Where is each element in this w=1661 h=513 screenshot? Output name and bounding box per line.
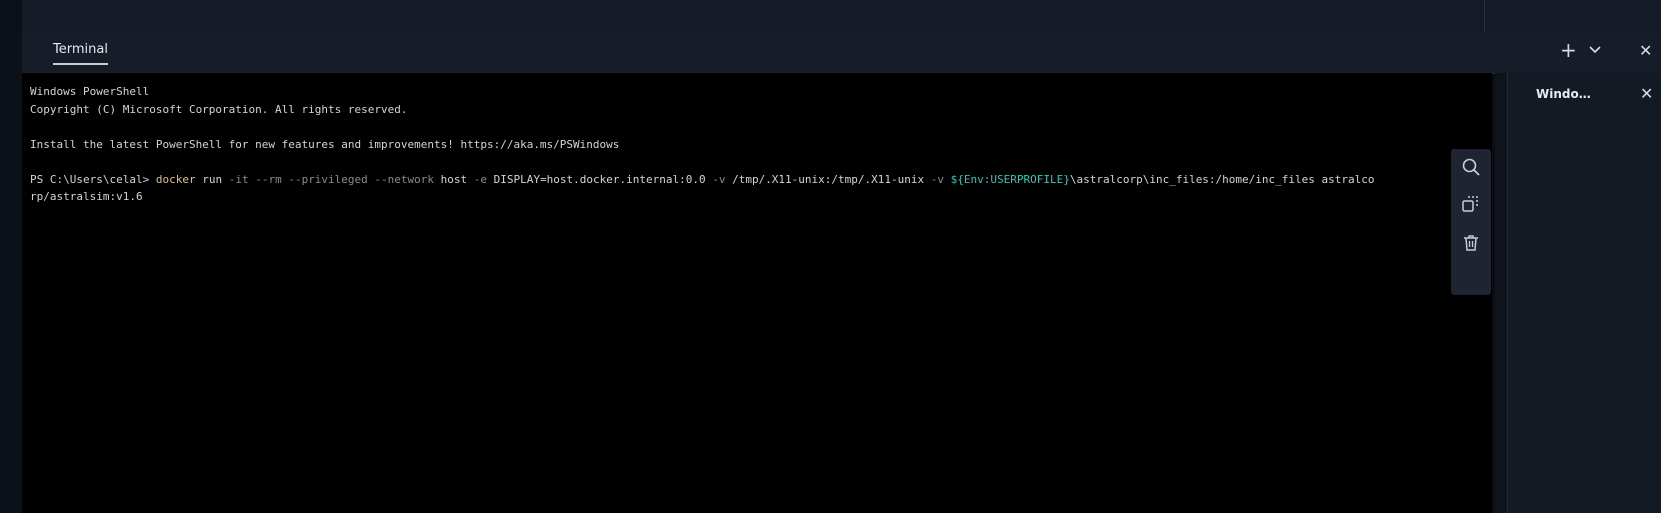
search-icon[interactable] [1461, 157, 1481, 177]
command-token: docker [155, 172, 196, 186]
terminal-sessions-pane: Windo… ✕ [1507, 73, 1661, 513]
terminal-line: Install the latest PowerShell for new fe… [30, 137, 620, 151]
terminal-scrollbar[interactable] [1495, 73, 1507, 513]
copy-selection-icon[interactable] [1461, 194, 1481, 214]
command-token: -v [930, 172, 945, 186]
plus-icon[interactable]: + [1560, 40, 1577, 60]
command-token: -v [712, 172, 726, 186]
command-token: -e [473, 172, 488, 186]
session-item[interactable]: Windo… [1536, 87, 1591, 101]
command-token: rp/astralsim:v1.6 [30, 190, 143, 203]
terminal-toolbar [1451, 149, 1491, 295]
close-icon[interactable]: ✕ [1639, 41, 1652, 61]
panel-header: Terminal + ✕ [22, 31, 1661, 74]
command-token: -it --rm --privileged --network [228, 172, 435, 186]
editor-top-bar [22, 0, 1661, 32]
left-gutter [0, 0, 22, 513]
command-token: DISPLAY=host.docker.internal:0.0 [487, 172, 713, 186]
terminal-panel: Terminal + ✕ Windows PowerShell Copyrigh… [22, 31, 1661, 513]
command-token: /tmp/.X11-unix:/tmp/.X11-unix [725, 172, 931, 186]
close-icon[interactable]: ✕ [1640, 84, 1653, 103]
trash-icon[interactable] [1461, 233, 1481, 253]
terminal-lines: Windows PowerShell Copyright (C) Microso… [30, 83, 1375, 206]
command-token: ${Env:USERPROFILE} [944, 172, 1070, 186]
terminal-output[interactable]: Windows PowerShell Copyright (C) Microso… [22, 73, 1492, 513]
terminal-prompt: PS C:\Users\celal> [30, 172, 156, 186]
terminal-line: Windows PowerShell [30, 85, 150, 98]
terminal-line: Copyright (C) Microsoft Corporation. All… [30, 102, 408, 116]
tab-terminal[interactable]: Terminal [53, 42, 108, 65]
command-token: run [195, 172, 229, 186]
divider [1484, 0, 1485, 31]
command-token: host [434, 172, 474, 186]
command-token: \astralcorp\inc_files:/home/inc_files as… [1069, 172, 1375, 186]
chevron-down-icon[interactable] [1588, 41, 1602, 61]
